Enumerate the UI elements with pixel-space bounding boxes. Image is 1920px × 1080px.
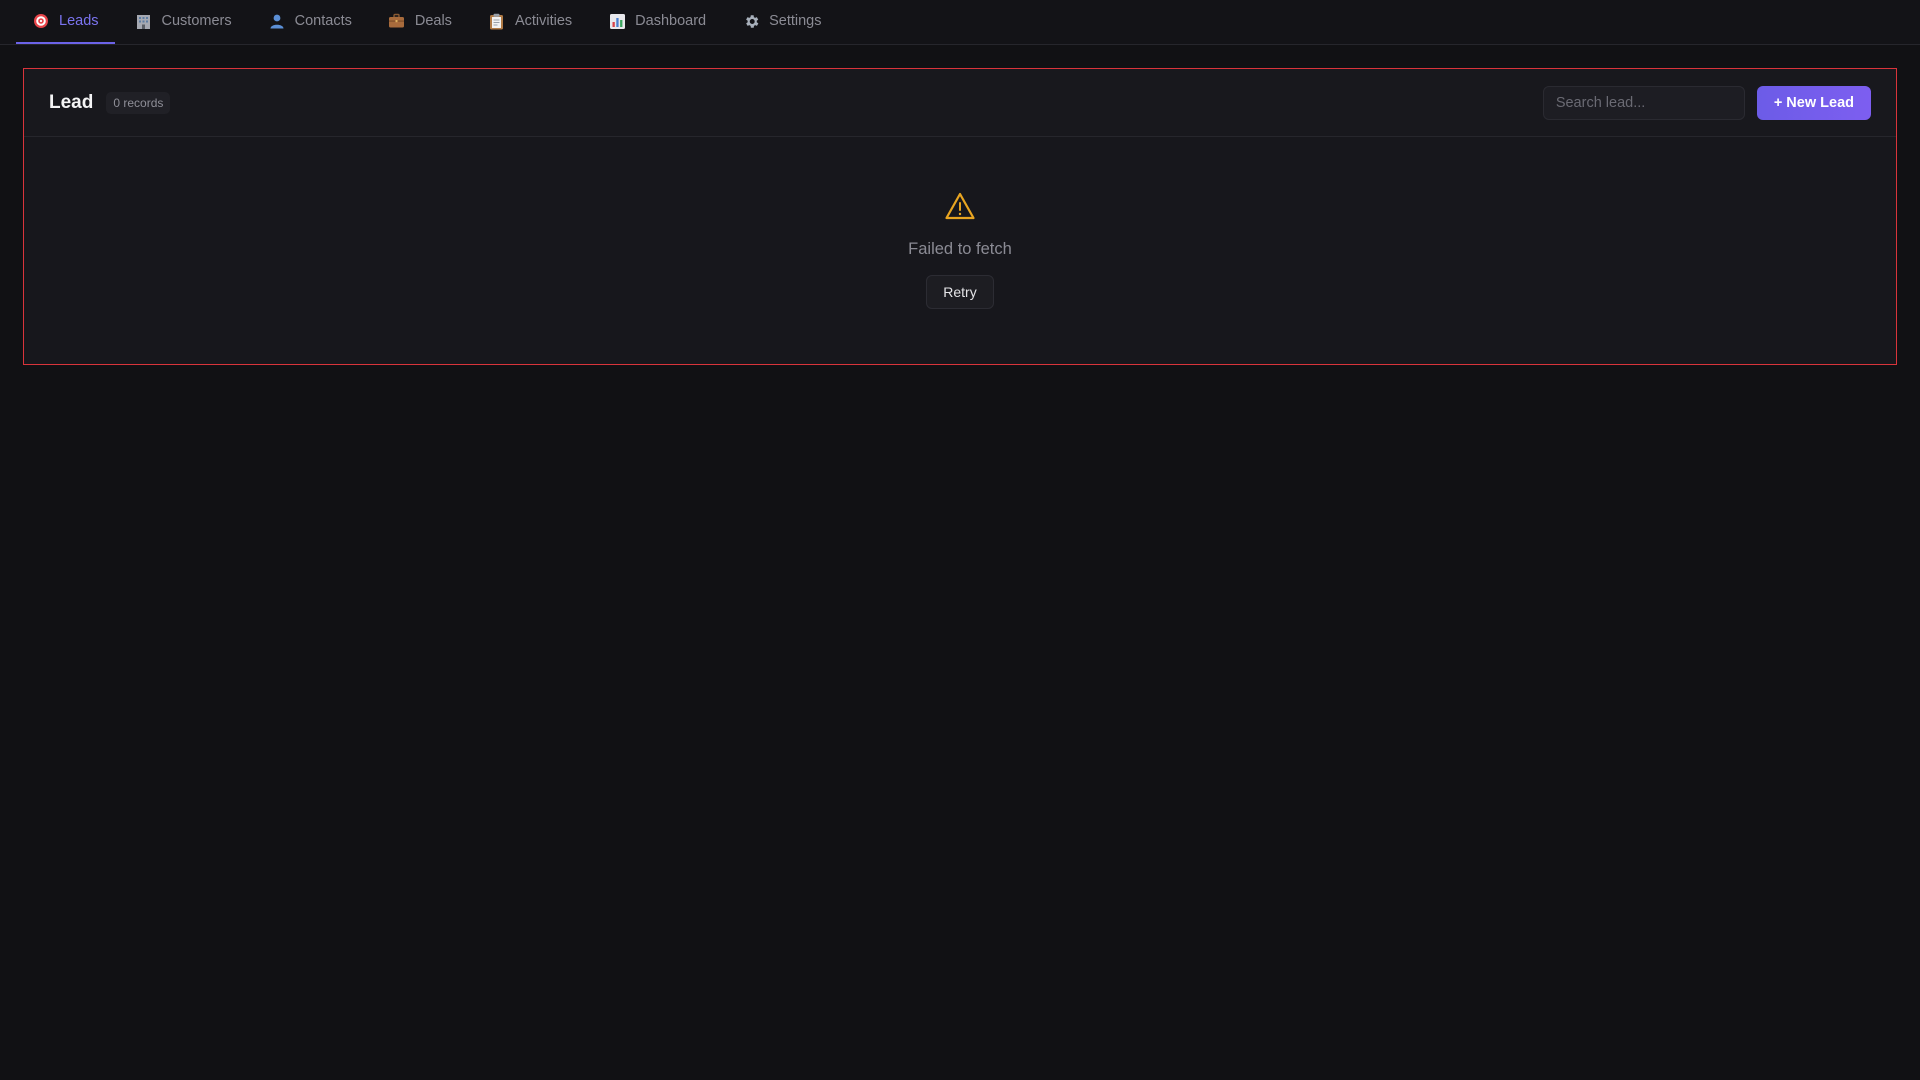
error-message: Failed to fetch xyxy=(908,240,1012,258)
tab-leads[interactable]: Leads xyxy=(16,0,115,44)
person-icon xyxy=(268,12,286,30)
tab-deals[interactable]: Deals xyxy=(372,0,468,44)
retry-button[interactable]: Retry xyxy=(926,275,994,309)
tab-label: Settings xyxy=(769,13,822,29)
tab-activities[interactable]: Activities xyxy=(472,0,588,44)
panel-header: Lead 0 records + New Lead xyxy=(24,69,1896,137)
lead-panel: Lead 0 records + New Lead Failed to fetc… xyxy=(23,68,1897,365)
tab-dashboard[interactable]: Dashboard xyxy=(592,0,722,44)
tab-label: Activities xyxy=(514,13,573,29)
tab-label: Contacts xyxy=(294,13,352,29)
tab-label: Leads xyxy=(59,13,99,29)
warning-icon xyxy=(945,192,975,220)
building-icon xyxy=(135,12,153,30)
tab-label: Dashboard xyxy=(635,13,707,29)
tab-label: Customers xyxy=(161,13,232,29)
tab-contacts[interactable]: Contacts xyxy=(252,0,368,44)
new-lead-button[interactable]: + New Lead xyxy=(1756,85,1871,120)
gear-icon xyxy=(742,12,760,30)
clipboard-icon xyxy=(488,12,506,30)
bar-chart-icon xyxy=(608,12,626,30)
top-nav: Leads Customers Contacts Deals Activitie… xyxy=(0,0,1920,45)
target-icon xyxy=(32,12,50,30)
error-state: Failed to fetch Retry xyxy=(24,137,1896,364)
briefcase-icon xyxy=(388,12,406,30)
tab-customers[interactable]: Customers xyxy=(119,0,248,44)
search-input[interactable] xyxy=(1542,85,1745,120)
tab-label: Deals xyxy=(414,13,452,29)
page-title: Lead xyxy=(49,91,94,113)
records-count-badge: 0 records xyxy=(106,91,171,114)
tab-settings[interactable]: Settings xyxy=(726,0,837,44)
